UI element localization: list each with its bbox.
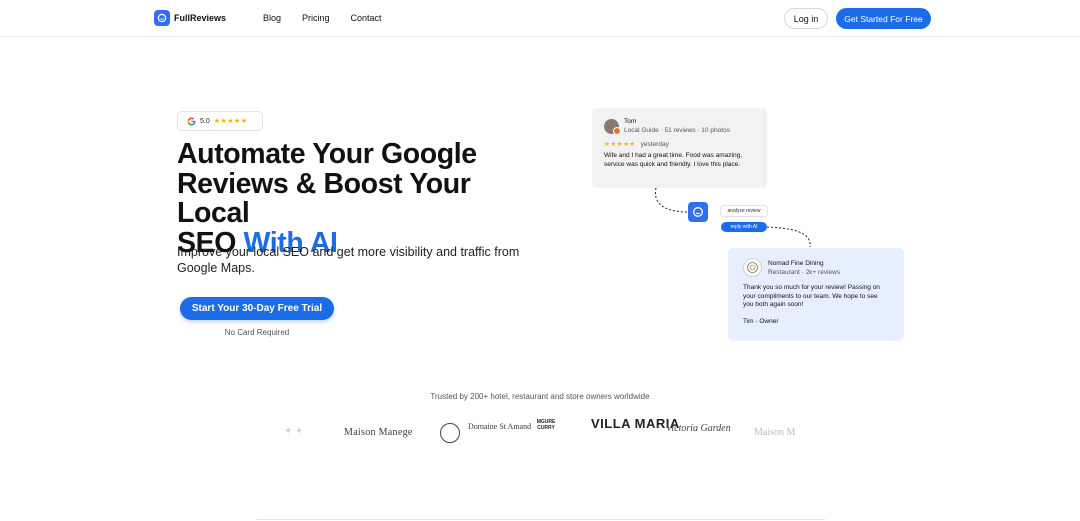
google-icon [187, 116, 196, 126]
reviewer-meta: Local Guide · 51 reviews · 10 photos [624, 127, 730, 134]
brand-logo-curry: MGURE CURRY [536, 419, 556, 431]
hero-subtitle: Improve your local SEO and get more visi… [177, 245, 520, 275]
nav-pricing[interactable]: Pricing [302, 13, 330, 23]
brand-logo-maison-manege: Maison Manege [344, 427, 413, 438]
start-trial-button[interactable]: Start Your 30-Day Free Trial [180, 297, 334, 320]
no-card-note: No Card Required [224, 328, 290, 337]
brand-logo-faded: ✦ ✦ [284, 426, 304, 437]
domaine-logo-icon [440, 423, 460, 443]
trusted-caption: Trusted by 200+ hotel, restaurant and st… [430, 392, 650, 401]
owner-reply-card: Nomad Fine Dining Restaurant · 2k+ revie… [728, 248, 904, 341]
google-rating-badge: 5.0 ★★★★★ [177, 111, 263, 131]
reply-text: Thank you so much for your review! Passi… [743, 284, 880, 308]
business-meta: Restaurant · 2k+ reviews [768, 268, 841, 276]
restaurant-logo-icon [743, 258, 762, 277]
logo[interactable]: FullReviews [154, 10, 226, 26]
section-divider [257, 519, 825, 520]
rating-stars: ★★★★★ [213, 118, 248, 125]
customer-review-card: Tom Local Guide · 51 reviews · 10 photos… [592, 108, 767, 188]
review-time: yesterday [640, 140, 669, 148]
brand-logo-maison-faded: Maison M [754, 427, 796, 438]
logo-icon [154, 10, 170, 26]
brand-logo-domaine: Domaine St Amand [468, 422, 532, 431]
hero-title-line-2: Reviews & Boost Your Local [177, 167, 471, 229]
nav-contact[interactable]: Contact [351, 13, 382, 23]
site-header: FullReviews Blog Pricing Contact Log in … [0, 0, 1080, 37]
main-nav: Blog Pricing Contact [263, 13, 382, 23]
hero-title: Automate Your Google Reviews & Boost You… [177, 138, 537, 258]
login-button[interactable]: Log in [784, 8, 828, 29]
review-text: Wife and I had a great time. Food was am… [604, 152, 743, 168]
business-name: Nomad Fine Dining [768, 259, 824, 267]
reply-signature: Tim - Owner [743, 317, 779, 325]
get-started-button[interactable]: Get Started For Free [836, 8, 931, 29]
reviewer-name: Tom [624, 118, 637, 125]
review-stars: ★★★★★ [604, 141, 636, 148]
brand-logo-victoria-garden: Victoria Garden [666, 423, 731, 434]
avatar [604, 118, 621, 135]
hero-title-line-1: Automate Your Google [177, 138, 477, 170]
reply-with-ai-tag: reply with AI [721, 222, 767, 232]
nav-blog[interactable]: Blog [263, 13, 281, 23]
rating-value: 5.0 [200, 117, 210, 125]
brand-logos: ✦ ✦ Maison Manege Domaine St Amand MGURE… [280, 416, 800, 448]
logo-text: FullReviews [174, 13, 227, 23]
ai-assistant-icon [688, 202, 708, 222]
analyze-review-tag: analyze review [720, 205, 768, 217]
